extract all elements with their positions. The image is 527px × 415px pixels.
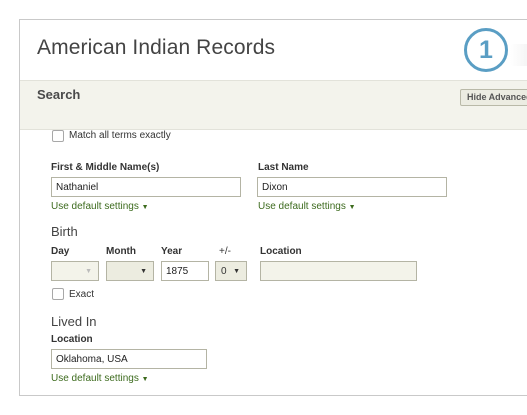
- birth-plusminus-label: +/-: [219, 246, 231, 257]
- last-name-settings-label: Use default settings: [258, 201, 346, 212]
- birth-location-input[interactable]: [260, 261, 417, 281]
- match-exact-checkbox[interactable]: [52, 130, 64, 142]
- chevron-down-icon: ▼: [85, 267, 92, 275]
- caret-down-icon: ▼: [348, 204, 356, 211]
- birth-day-select[interactable]: ▼: [51, 261, 99, 281]
- search-panel: American Indian Records 1 Search Hide Ad…: [19, 19, 527, 396]
- last-name-label: Last Name: [258, 162, 309, 173]
- hide-advanced-button[interactable]: Hide Advanced: [460, 89, 527, 106]
- birth-year-input[interactable]: [161, 261, 209, 281]
- birth-location-label: Location: [260, 246, 302, 257]
- birth-exact-checkbox[interactable]: [52, 288, 64, 300]
- first-name-settings-link[interactable]: Use default settings ▼: [51, 201, 149, 212]
- lived-in-heading: Lived In: [51, 314, 97, 329]
- birth-year-label: Year: [161, 246, 183, 257]
- step-number-badge: 1: [464, 28, 508, 72]
- first-name-label: First & Middle Name(s): [51, 162, 160, 173]
- last-name-input[interactable]: [257, 177, 447, 197]
- birth-plusminus-select[interactable]: 0 ▼: [215, 261, 247, 281]
- first-name-input[interactable]: [51, 177, 241, 197]
- lived-in-settings-link[interactable]: Use default settings ▼: [51, 373, 149, 384]
- last-name-settings-link[interactable]: Use default settings ▼: [258, 201, 356, 212]
- caret-down-icon: ▼: [141, 204, 149, 211]
- caret-down-icon: ▼: [141, 376, 149, 383]
- lived-in-settings-label: Use default settings: [51, 373, 139, 384]
- match-exact-label: Match all terms exactly: [69, 130, 171, 141]
- birth-month-label: Month: [106, 246, 136, 257]
- birth-exact-label: Exact: [69, 289, 95, 300]
- birth-day-label: Day: [51, 246, 70, 257]
- birth-month-select[interactable]: ▼: [106, 261, 154, 281]
- birth-plusminus-value: 0: [221, 265, 227, 277]
- first-name-settings-label: Use default settings: [51, 201, 139, 212]
- page-title: American Indian Records: [37, 36, 276, 59]
- chevron-down-icon: ▼: [233, 267, 240, 275]
- chevron-down-icon: ▼: [140, 267, 147, 275]
- search-header-bar: [20, 80, 527, 130]
- lived-in-location-input[interactable]: [51, 349, 207, 369]
- lived-in-location-label: Location: [51, 334, 93, 345]
- birth-heading: Birth: [51, 224, 78, 239]
- search-title: Search: [37, 87, 81, 102]
- header-button-edge: [510, 44, 527, 66]
